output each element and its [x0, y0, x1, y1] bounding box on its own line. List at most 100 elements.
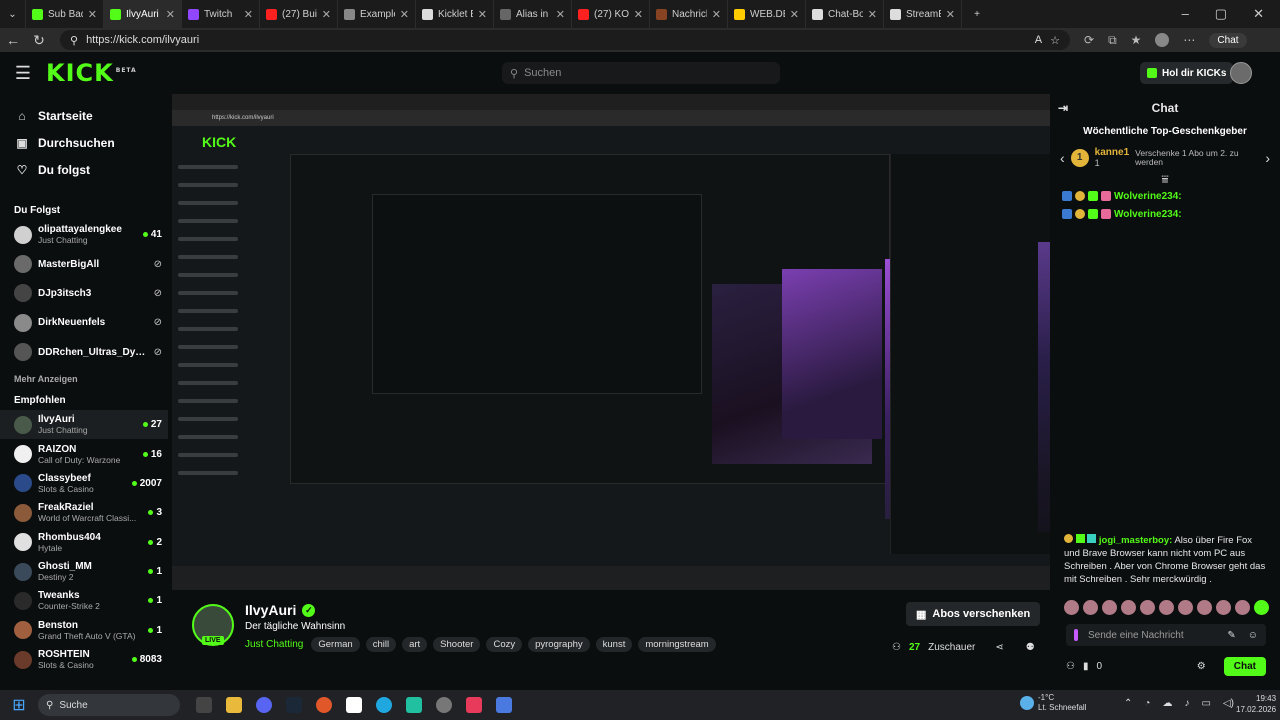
sidebar-channel[interactable]: FreakRaziel World of Warcraft Classi... 3	[0, 498, 168, 527]
pin-app-icon[interactable]	[466, 697, 482, 713]
gift-subs-button[interactable]: ▦ Abos verschenken	[906, 602, 1041, 626]
send-chat-button[interactable]: Chat	[1223, 656, 1266, 676]
minimize-icon[interactable]: –	[1182, 6, 1189, 22]
sidebar-channel[interactable]: olipattayalengkee Just Chatting 41	[0, 220, 168, 249]
favorites-icon[interactable]: ★	[1131, 33, 1142, 47]
windows-start-icon[interactable]: ⊞	[0, 695, 38, 715]
sidebar-channel[interactable]: DDRchen_Ultras_Dyn... ⊘	[0, 338, 168, 367]
back-icon[interactable]: ←	[0, 32, 26, 48]
browser-tab[interactable]: Example Comm ✕	[338, 0, 416, 28]
sidebar-channel[interactable]: Classybeef Slots & Casino 2007	[0, 469, 168, 498]
stream-tag[interactable]: Cozy	[486, 637, 523, 652]
chat-input[interactable]: Sende eine Nachricht ✎ ☺	[1066, 624, 1266, 646]
category-link[interactable]: Just Chatting	[245, 639, 303, 650]
emote-icon[interactable]	[1178, 600, 1193, 615]
tab-close-icon[interactable]: ✕	[400, 8, 409, 21]
favorite-star-icon[interactable]: ☆	[1050, 34, 1060, 47]
emote-icon[interactable]	[1083, 600, 1098, 615]
reload-icon[interactable]: ↻	[26, 32, 52, 49]
profile-icon[interactable]	[1155, 33, 1170, 47]
stream-tag[interactable]: German	[311, 637, 360, 652]
tab-close-icon[interactable]: ✕	[322, 8, 331, 21]
tab-close-icon[interactable]: ✕	[634, 8, 643, 21]
sidebar-channel[interactable]: MasterBigAll ⊘	[0, 249, 168, 278]
sidebar-channel[interactable]: Benston Grand Theft Auto V (GTA) 1	[0, 616, 168, 645]
collapse-chat-icon[interactable]: ⇥	[1058, 101, 1068, 115]
app-icon[interactable]	[496, 697, 512, 713]
sidebar-channel[interactable]: IlvyAuri Just Chatting 27	[0, 409, 168, 440]
sidebar-channel[interactable]: Rhombus404 Hytale 2	[0, 528, 168, 557]
emote-icon[interactable]	[1102, 600, 1117, 615]
tab-close-icon[interactable]: ✕	[868, 8, 877, 21]
edge-icon[interactable]	[376, 697, 392, 713]
taskbar-search[interactable]: ⚲ Suche	[38, 694, 180, 716]
browser-tab[interactable]: WEB.DE FreeMa ✕	[728, 0, 806, 28]
browser-tab[interactable]: Sub Badges - K ✕	[26, 0, 104, 28]
stream-tag[interactable]: art	[402, 637, 428, 652]
browser-tab[interactable]: Nachrichten - D ✕	[650, 0, 728, 28]
stream-tag[interactable]: morningstream	[638, 637, 716, 652]
cloud-icon[interactable]: ☁	[1162, 698, 1172, 709]
emote-icon[interactable]	[1159, 600, 1174, 615]
url-field[interactable]: ⚲ https://kick.com/ilvyauri A ☆	[60, 30, 1070, 50]
sidebar-channel[interactable]: DJp3itsch3 ⊘	[0, 279, 168, 308]
sidebar-channel[interactable]: ROSHTEIN Slots & Casino 8083	[0, 645, 168, 674]
translate-icon[interactable]: ✎	[1227, 630, 1235, 641]
close-icon[interactable]: ✕	[1253, 6, 1264, 22]
emote-icon[interactable]	[1235, 600, 1250, 615]
discord-icon[interactable]	[256, 697, 272, 713]
prev-arrow-icon[interactable]: ‹	[1060, 150, 1065, 166]
emoji-icon[interactable]: ☺	[1248, 630, 1258, 641]
follow-icon[interactable]: ⚉	[1026, 642, 1035, 653]
browser-tab[interactable]: Twitch ✕	[182, 0, 260, 28]
tab-close-icon[interactable]: ✕	[712, 8, 721, 21]
obs-icon[interactable]	[436, 697, 452, 713]
browser-tab[interactable]: IlvyAuri Stream ✕	[104, 0, 182, 28]
maximize-icon[interactable]: ▢	[1215, 6, 1227, 22]
tab-close-icon[interactable]: ✕	[946, 8, 955, 21]
brave-icon[interactable]	[316, 697, 332, 713]
extensions-icon[interactable]: ⟳	[1084, 33, 1094, 47]
nav-browse[interactable]: ▣ Durchsuchen	[0, 129, 168, 156]
new-tab-button[interactable]: +	[962, 0, 992, 28]
site-info-icon[interactable]: ⚲	[70, 34, 78, 47]
sidebar-channel[interactable]: RAIZON Call of Duty: Warzone 16	[0, 439, 168, 468]
show-more-link[interactable]: Mehr Anzeigen	[0, 367, 168, 391]
chevron-up-icon[interactable]: ⌃	[1124, 698, 1132, 709]
browser-tab[interactable]: (27) KOPF ✕	[572, 0, 650, 28]
chat-username[interactable]: Wolverine234:	[1114, 191, 1182, 202]
video-player[interactable]: https://kick.com/ilvyauri KICK	[172, 94, 1050, 590]
browser-tab[interactable]: StreamElement ✕	[884, 0, 962, 28]
stream-tag[interactable]: chill	[365, 637, 397, 652]
pinned-icon[interactable]: ⩸	[1050, 172, 1280, 187]
emote-icon[interactable]	[1140, 600, 1155, 615]
emote-icon[interactable]	[1197, 600, 1212, 615]
network-icon[interactable]: ▭	[1201, 698, 1210, 709]
tab-close-icon[interactable]: ✕	[556, 8, 565, 21]
streamer-name[interactable]: IlvyAuri	[245, 602, 296, 618]
clock[interactable]: 19:43 17.02.2026	[1236, 693, 1276, 715]
gifter-name[interactable]: kanne1	[1095, 147, 1129, 158]
stream-tag[interactable]: Shooter	[433, 637, 481, 652]
notepad-icon[interactable]	[346, 697, 362, 713]
read-aloud-icon[interactable]: A	[1035, 34, 1042, 46]
sidebar-channel[interactable]: DirkNeuenfels ⊘	[0, 308, 168, 337]
app-icon[interactable]	[406, 697, 422, 713]
weather-widget[interactable]: -1°C Lt. Schneefall	[1020, 693, 1086, 713]
browser-tab[interactable]: Kicklet Bot Scrip ✕	[416, 0, 494, 28]
tab-close-icon[interactable]: ✕	[790, 8, 799, 21]
tab-close-icon[interactable]: ✕	[88, 8, 97, 21]
task-view-icon[interactable]	[196, 697, 212, 713]
tab-close-icon[interactable]: ✕	[244, 8, 253, 21]
hamburger-menu-icon[interactable]: ☰	[0, 63, 46, 84]
app-tray-icon[interactable]: ◔	[1144, 698, 1150, 709]
chat-username[interactable]: jogi_masterboy:	[1099, 535, 1172, 546]
stream-tag[interactable]: pyrography	[528, 637, 590, 652]
get-kicks-button[interactable]: Hol dir KICKs	[1140, 62, 1234, 84]
emote-icon[interactable]	[1064, 600, 1079, 615]
user-avatar[interactable]	[1230, 62, 1252, 84]
emote-icon[interactable]	[1254, 600, 1269, 615]
emote-icon[interactable]	[1216, 600, 1231, 615]
browser-tab[interactable]: (27) Build a Re ✕	[260, 0, 338, 28]
emote-icon[interactable]	[1121, 600, 1136, 615]
